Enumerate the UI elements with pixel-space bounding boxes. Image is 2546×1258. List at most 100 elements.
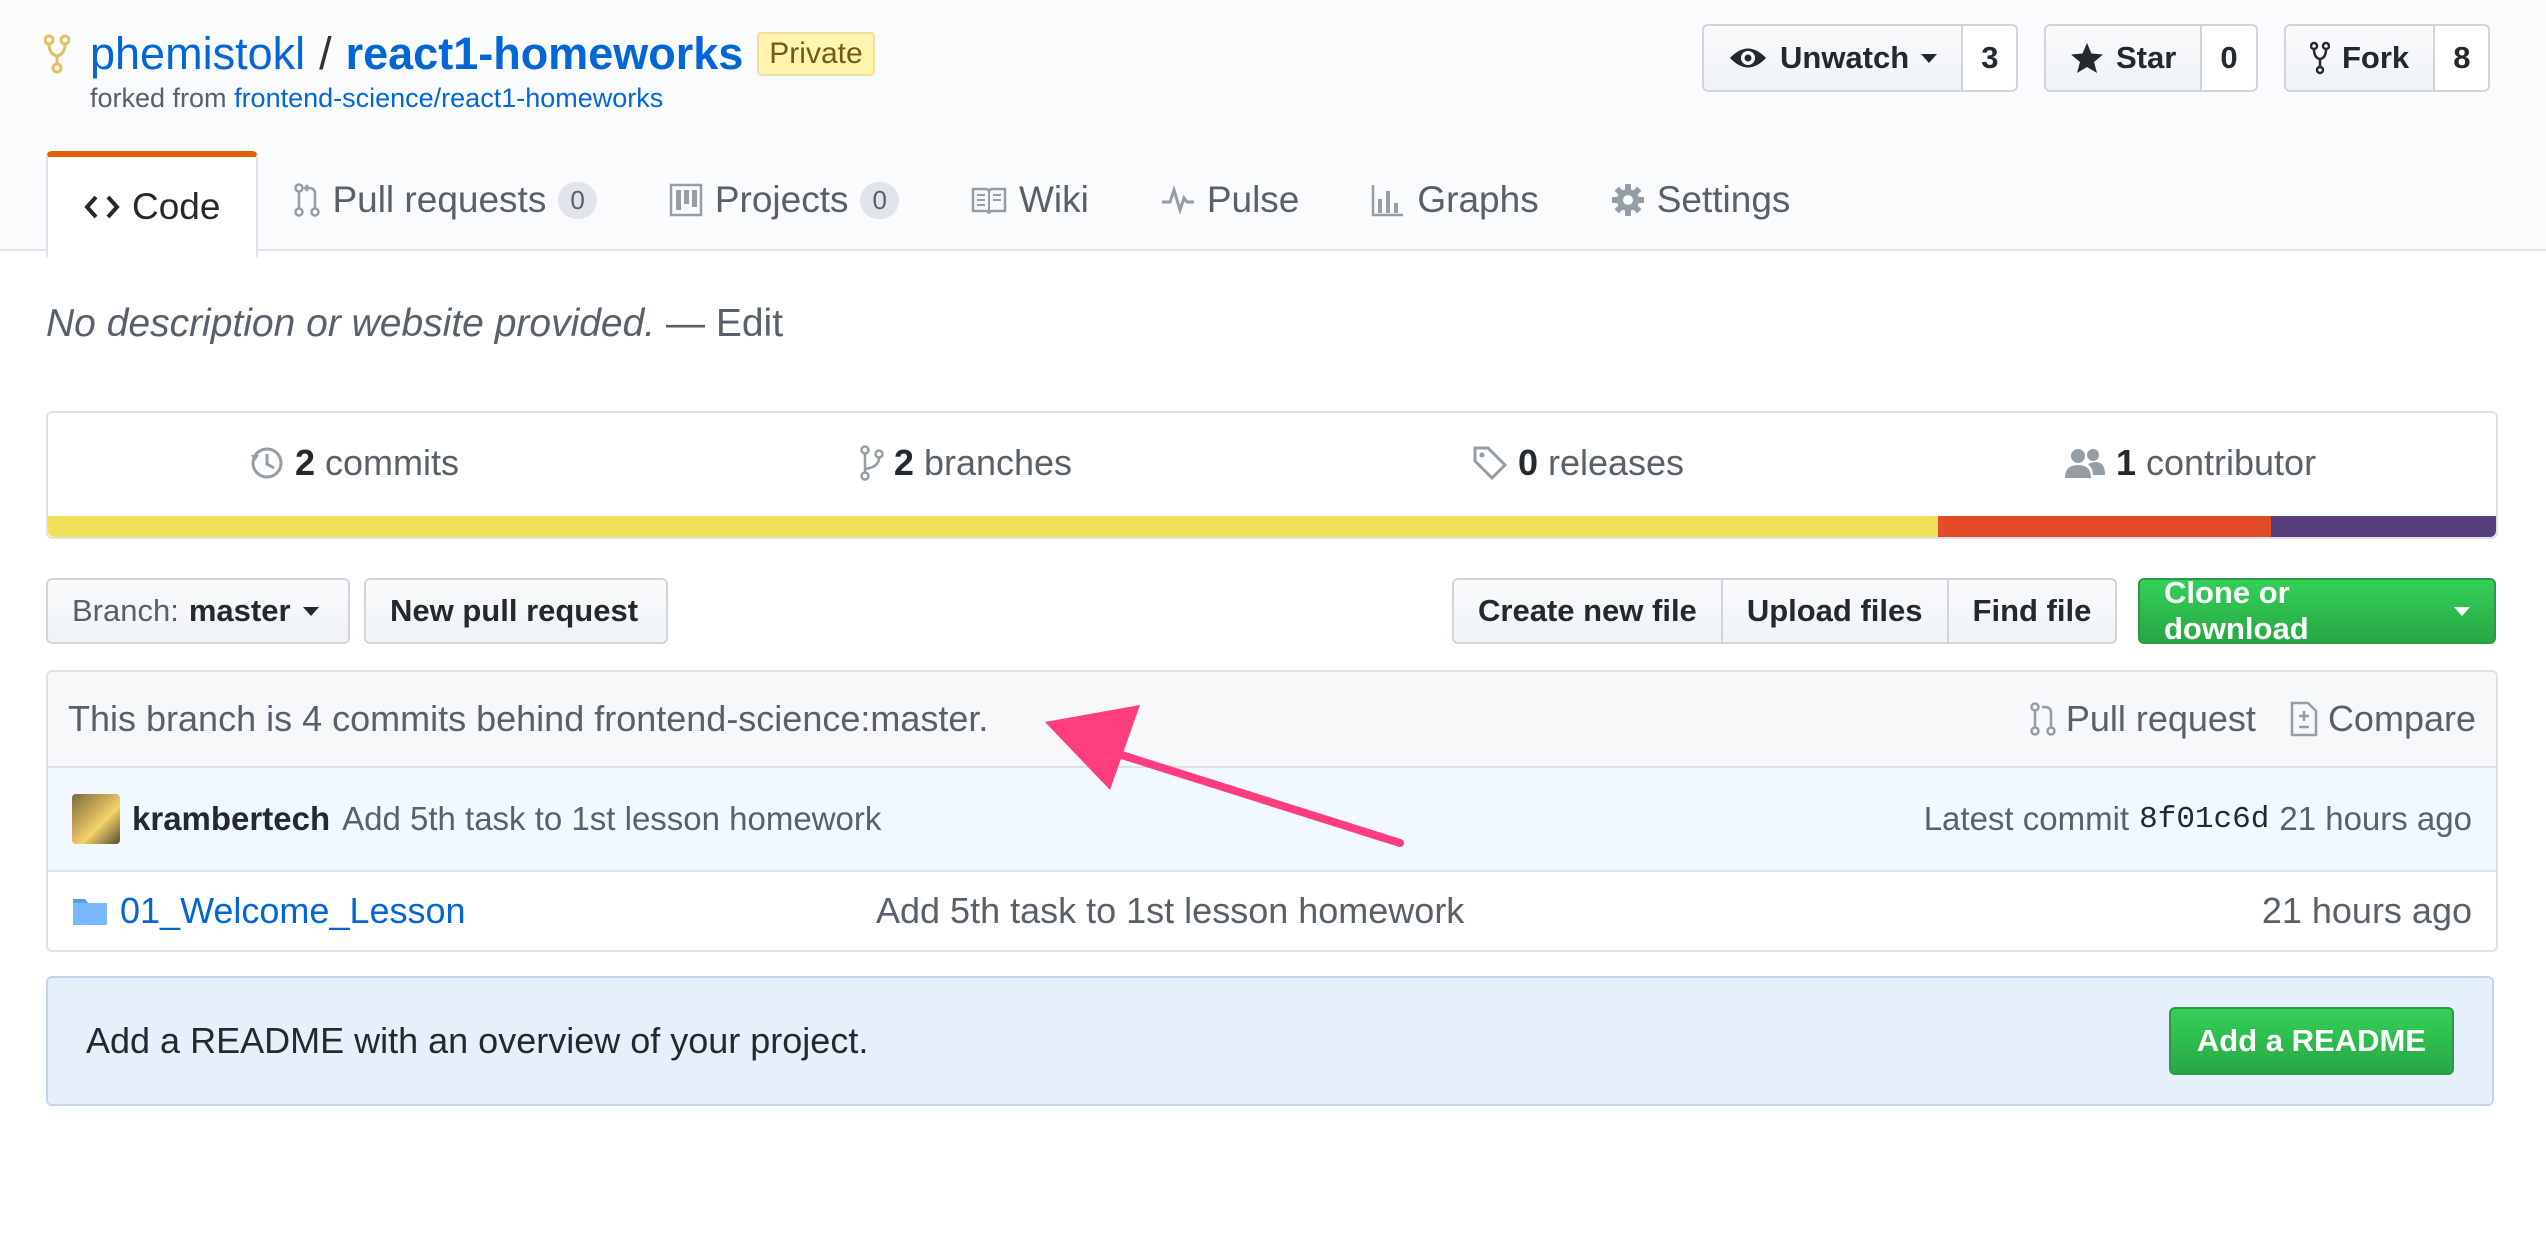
- forks-count[interactable]: 8: [2435, 24, 2491, 92]
- pulse-icon: [1161, 186, 1194, 214]
- tab-pulse[interactable]: Pulse: [1125, 151, 1336, 249]
- compare-link[interactable]: Compare: [2290, 698, 2476, 740]
- folder-icon: [73, 899, 107, 925]
- commit-sha-link[interactable]: 8f01c6d: [2139, 802, 2269, 837]
- repo-owner-link[interactable]: phemistokl: [90, 28, 305, 80]
- repo-name-link[interactable]: react1-homeworks: [346, 28, 744, 80]
- star-icon: [2071, 43, 2103, 73]
- fork-group: Fork 8: [2284, 24, 2491, 92]
- tab-pull-requests-label: Pull requests: [332, 179, 547, 220]
- contributors-count: 1: [2115, 442, 2136, 483]
- latest-commit-bar: krambertech Add 5th task to 1st lesson h…: [48, 768, 2496, 872]
- branch-name: master: [188, 593, 291, 628]
- star-button[interactable]: Star: [2044, 24, 2203, 92]
- tab-projects-label: Projects: [714, 179, 849, 220]
- tab-pull-requests[interactable]: Pull requests 0: [258, 151, 632, 249]
- file-commit-message-link[interactable]: Add 5th task to 1st lesson homework: [876, 890, 1464, 932]
- tab-wiki[interactable]: Wiki: [935, 151, 1125, 249]
- avatar[interactable]: [72, 794, 120, 844]
- code-icon: [84, 195, 120, 219]
- tab-graphs[interactable]: Graphs: [1335, 151, 1574, 249]
- branches-stat[interactable]: 2 branches: [660, 442, 1272, 484]
- create-new-file-button[interactable]: Create new file: [1452, 578, 1723, 644]
- language-bar[interactable]: [48, 516, 2496, 537]
- tab-projects[interactable]: Projects 0: [633, 151, 935, 249]
- releases-stat[interactable]: 0 releases: [1272, 442, 1884, 484]
- pull-request-label: Pull request: [2065, 698, 2256, 739]
- commit-message-link[interactable]: Add 5th task to 1st lesson homework: [342, 800, 881, 838]
- file-name-link[interactable]: 01_Welcome_Lesson: [120, 890, 466, 932]
- add-readme-button[interactable]: Add a README: [2168, 1007, 2454, 1075]
- commit-author-link[interactable]: krambertech: [132, 800, 330, 838]
- tab-graphs-label: Graphs: [1417, 179, 1539, 220]
- branch-select-button[interactable]: Branch: master: [46, 578, 350, 644]
- commits-label: commits: [325, 442, 460, 483]
- fork-label: Fork: [2342, 40, 2410, 75]
- watch-group: Unwatch 3: [1702, 24, 2019, 92]
- tab-settings[interactable]: Settings: [1575, 151, 1827, 249]
- private-badge: Private: [757, 32, 875, 76]
- tab-settings-label: Settings: [1656, 179, 1791, 220]
- pull-request-icon: [2030, 702, 2056, 736]
- branch-behind-text: This branch is 4 commits behind frontend…: [68, 698, 989, 739]
- pull-request-link[interactable]: Pull request: [2030, 698, 2256, 740]
- find-file-button[interactable]: Find file: [1946, 578, 2118, 644]
- star-label: Star: [2116, 40, 2177, 75]
- fork-button[interactable]: Fork: [2284, 24, 2436, 92]
- file-table: This branch is 4 commits behind frontend…: [46, 670, 2498, 952]
- stargazers-count[interactable]: 0: [2202, 24, 2258, 92]
- new-pull-request-button[interactable]: New pull request: [364, 578, 668, 644]
- language-segment[interactable]: [1937, 516, 2271, 537]
- tab-wiki-label: Wiki: [1018, 179, 1089, 220]
- file-navigation: Branch: master New pull request Create n…: [46, 575, 2496, 646]
- chevron-down-icon: [2454, 606, 2470, 616]
- latest-commit-prefix: Latest commit: [1923, 800, 2130, 837]
- description-dash: —: [666, 302, 705, 345]
- commit-age: 21 hours ago: [2279, 800, 2472, 837]
- eye-icon: [1730, 48, 1766, 68]
- releases-count: 0: [1517, 442, 1538, 483]
- description-text: No description or website provided.: [46, 302, 656, 345]
- branch-icon: [860, 445, 884, 481]
- tab-code[interactable]: Code: [46, 151, 259, 257]
- branch-prefix: Branch:: [72, 593, 179, 628]
- chevron-down-icon: [1921, 53, 1938, 63]
- commits-stat[interactable]: 2 commits: [48, 442, 660, 484]
- repo-description: No description or website provided. — Ed…: [46, 302, 783, 346]
- title-separator: /: [319, 28, 332, 79]
- unwatch-button[interactable]: Unwatch: [1702, 24, 1964, 92]
- upload-files-button[interactable]: Upload files: [1720, 578, 1949, 644]
- gear-icon: [1611, 184, 1644, 216]
- edit-description-link[interactable]: Edit: [716, 302, 783, 345]
- tag-icon: [1473, 446, 1508, 481]
- releases-label: releases: [1547, 442, 1685, 483]
- forked-source-link[interactable]: frontend-science/react1-homeworks: [234, 83, 663, 113]
- pull-requests-counter: 0: [558, 181, 597, 219]
- clone-download-label: Clone or download: [2164, 575, 2309, 646]
- chevron-down-icon: [302, 606, 319, 616]
- forked-prefix: forked from: [90, 83, 227, 113]
- history-icon: [250, 447, 283, 479]
- forked-from: forked from frontend-science/react1-home…: [90, 83, 663, 114]
- readme-notice: Add a README with an overview of your pr…: [46, 976, 2494, 1106]
- tab-pulse-label: Pulse: [1206, 179, 1300, 220]
- graph-icon: [1372, 185, 1404, 217]
- contributors-stat[interactable]: 1 contributor: [1884, 442, 2496, 484]
- repo-summary: 2 commits 2 branches 0 releases 1 contri…: [46, 411, 2498, 539]
- repo-forked-icon: [44, 34, 70, 74]
- repo-nav-tabs: Code Pull requests 0 Projects 0 Wiki Pul…: [46, 151, 1827, 257]
- contributors-label: contributor: [2145, 442, 2317, 483]
- compare-label: Compare: [2327, 698, 2476, 739]
- branches-label: branches: [923, 442, 1073, 483]
- language-segment[interactable]: [48, 516, 1938, 537]
- file-age: 21 hours ago: [2261, 890, 2472, 931]
- branch-status-bar: This branch is 4 commits behind frontend…: [48, 672, 2496, 768]
- unwatch-label: Unwatch: [1780, 40, 1910, 75]
- clone-download-button[interactable]: Clone or download: [2138, 575, 2496, 646]
- fork-icon: [2310, 41, 2330, 75]
- language-segment[interactable]: [2270, 516, 2496, 537]
- pull-request-icon: [294, 183, 321, 217]
- readme-notice-text: Add a README with an overview of your pr…: [86, 1020, 869, 1061]
- watchers-count[interactable]: 3: [1963, 24, 2019, 92]
- book-icon: [971, 187, 1007, 214]
